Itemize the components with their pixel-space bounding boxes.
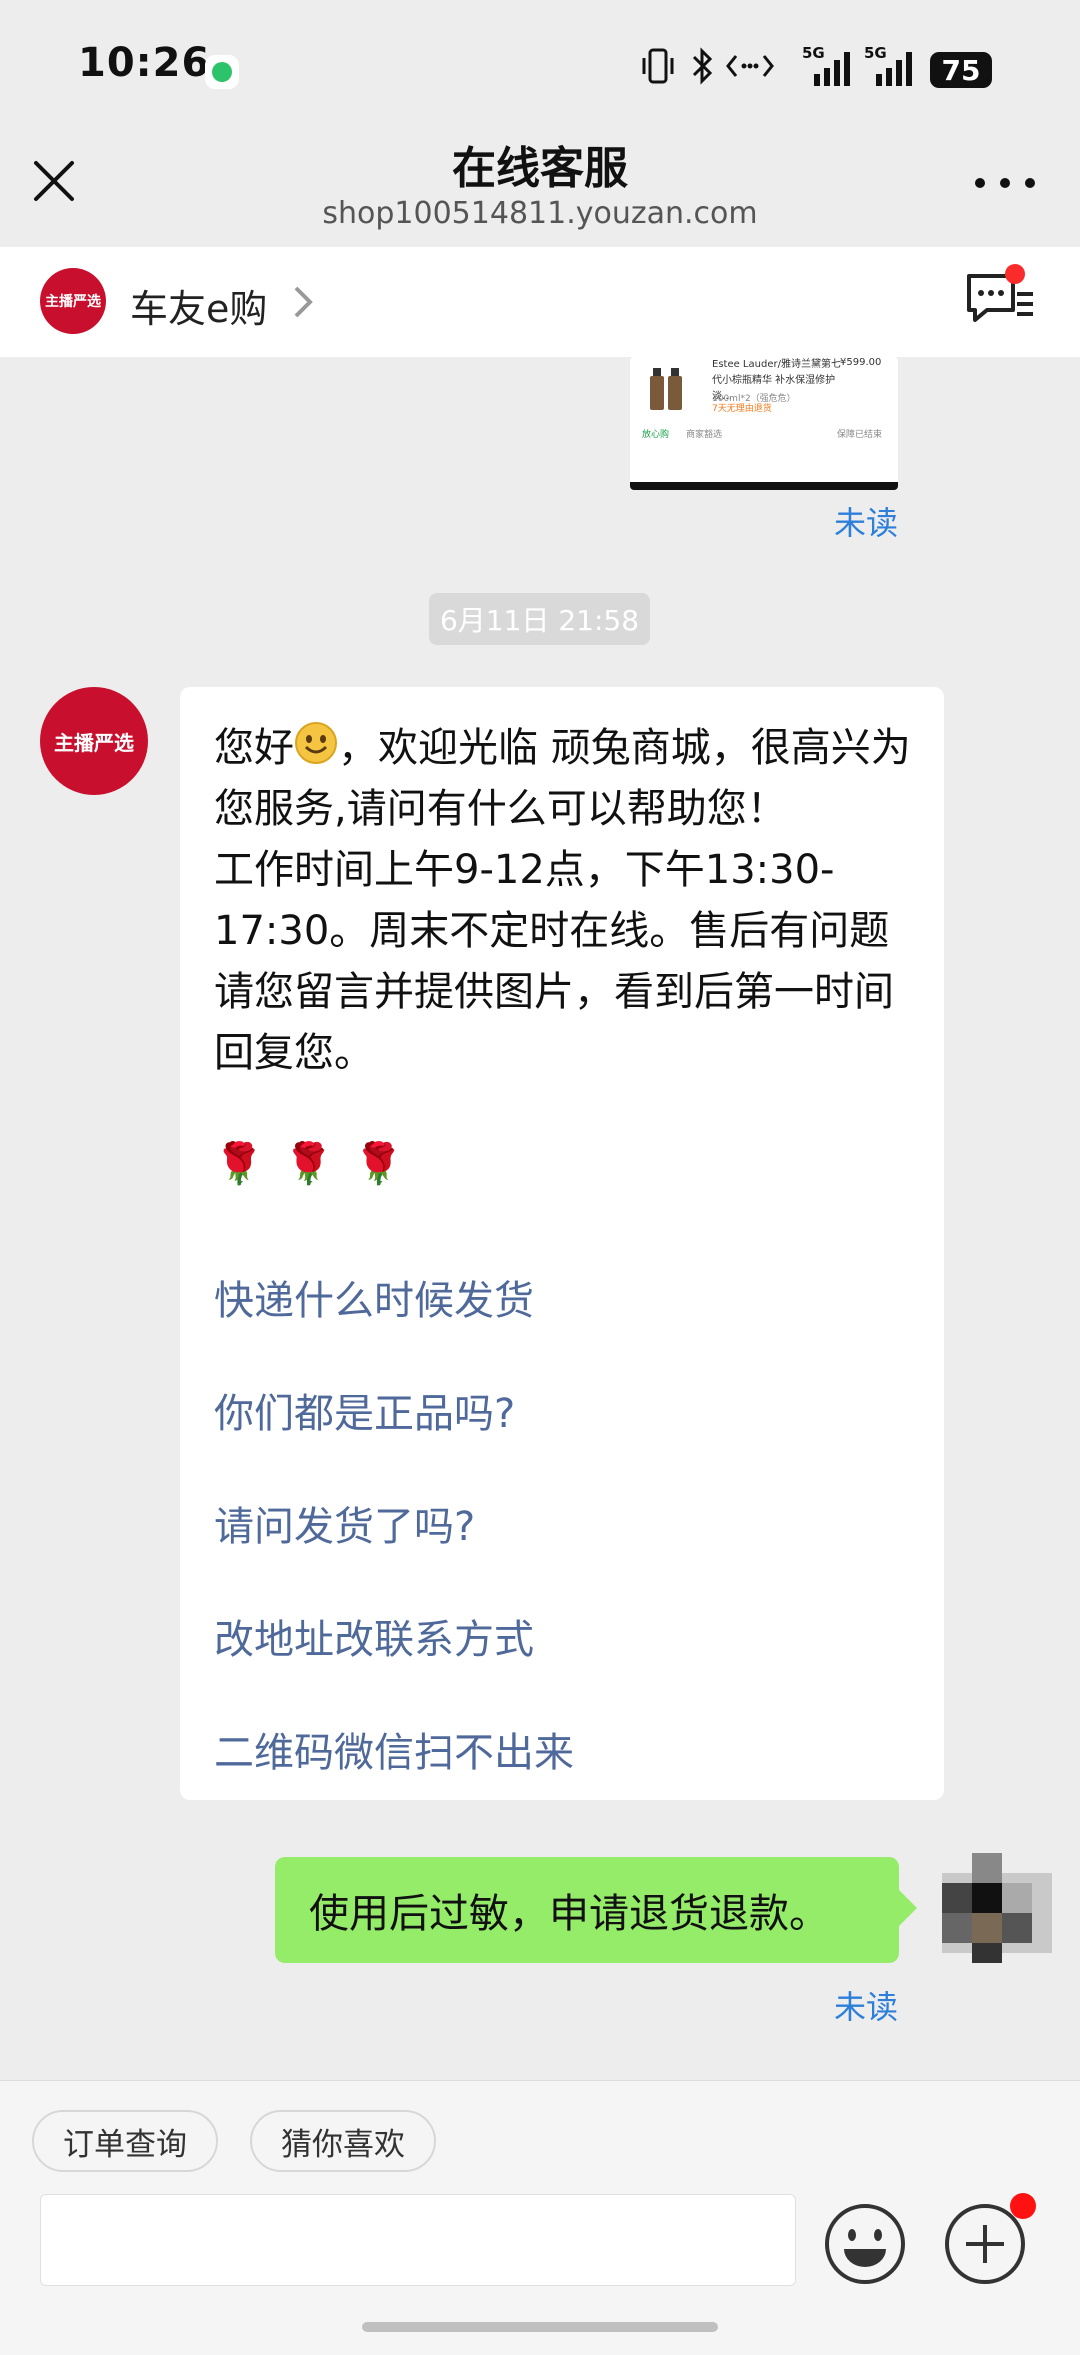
agent-avatar[interactable]: 主播严选 [40, 687, 148, 795]
quick-reply-link[interactable]: 快递什么时候发货 [214, 1268, 534, 1326]
user-avatar[interactable] [942, 1853, 1052, 1963]
signal-1-icon: 5G [800, 42, 858, 94]
greeting-before: 您好 [214, 725, 294, 771]
signal-2-label: 5G [864, 44, 887, 62]
unread-label: 未读 [834, 1988, 899, 2026]
agent-message-text: 您好 ，欢迎光临 顽兔商城，很高兴为您服务,请问有什么可以帮助您！ 工作时间上午9… [214, 718, 914, 1084]
chat-list-icon[interactable] [965, 270, 1035, 332]
roses-emoji: 🌹🌹🌹 [214, 1141, 424, 1187]
bluetooth-icon [690, 46, 716, 90]
notification-dot [1005, 264, 1025, 284]
signal-1-label: 5G [802, 44, 825, 62]
wechat-notification-icon [205, 55, 239, 89]
status-time: 10:26 [78, 40, 211, 86]
order-query-chip[interactable]: 订单查询 [32, 2110, 218, 2172]
guess-you-like-chip[interactable]: 猜你喜欢 [250, 2110, 436, 2172]
product-promo: 7天无理由退货 [712, 404, 772, 414]
chevron-right-icon[interactable] [290, 284, 316, 320]
quick-reply-link[interactable]: 你们都是正品吗? [214, 1381, 515, 1439]
quick-reply-link[interactable]: 改地址改联系方式 [214, 1607, 534, 1665]
product-card[interactable]: Estee Lauder/雅诗兰黛第七代小棕瓶精华 补水保湿修护淡… ¥599.… [630, 357, 898, 490]
product-status: 保障已结束 [837, 430, 883, 440]
home-indicator[interactable] [362, 2322, 718, 2332]
page-url: shop100514811.youzan.com [322, 196, 758, 231]
message-input[interactable] [40, 2194, 796, 2286]
battery-indicator: 75 [930, 52, 992, 88]
product-safe-label: 放心购 [642, 430, 670, 440]
data-transfer-icon [726, 48, 774, 88]
working-hours-text: 工作时间上午9-12点，下午13:30-17:30。周末不定时在线。售后有问题请… [214, 847, 894, 1076]
shop-name[interactable]: 车友e购 [130, 278, 267, 333]
quick-reply-link[interactable]: 请问发货了吗? [214, 1494, 475, 1552]
product-thumbnail [642, 362, 692, 417]
more-icon[interactable] [975, 168, 1035, 198]
timestamp: 6月11日 21:58 [429, 593, 650, 645]
unread-label: 未读 [834, 504, 899, 542]
product-price: ¥599.00 [840, 357, 882, 368]
emoji-icon[interactable] [824, 2203, 906, 2285]
product-safe-note: 商家豁选 [686, 430, 723, 440]
quick-reply-link[interactable]: 二维码微信扫不出来 [214, 1720, 574, 1778]
smile-emoji-icon [294, 721, 338, 765]
notification-dot [1010, 2193, 1036, 2219]
shop-avatar[interactable]: 主播严选 [40, 268, 106, 334]
bubble-tail [899, 1890, 917, 1926]
vibrate-icon [640, 46, 676, 95]
user-message-bubble: 使用后过敏，申请退货退款。 [275, 1857, 899, 1963]
signal-2-icon: 5G [862, 42, 920, 94]
page-title: 在线客服 [452, 143, 628, 194]
